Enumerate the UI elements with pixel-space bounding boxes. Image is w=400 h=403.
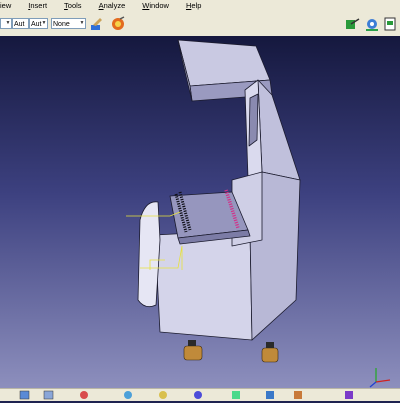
3d-viewport[interactable] bbox=[0, 36, 400, 388]
view-toolbar-icons bbox=[19, 390, 353, 400]
hide-show-icon[interactable] bbox=[294, 391, 302, 399]
compass-axis-icon[interactable] bbox=[368, 362, 396, 388]
eraser-icon[interactable] bbox=[110, 16, 126, 32]
graphic-properties-toolbar: ▼ Aut Aut ▼ None ▼ bbox=[0, 11, 400, 37]
menu-window[interactable]: Window bbox=[142, 0, 169, 11]
shading-icon[interactable] bbox=[266, 391, 274, 399]
zoom-in-icon[interactable] bbox=[124, 391, 132, 399]
menu-insert[interactable]: Insert bbox=[28, 0, 47, 11]
settings-icon[interactable] bbox=[364, 16, 380, 32]
layer-combo-value: None bbox=[53, 21, 70, 28]
document-icon[interactable] bbox=[383, 16, 397, 32]
view-toolbar bbox=[0, 388, 400, 401]
chevron-down-icon: ▼ bbox=[5, 20, 11, 26]
menu-help[interactable]: Help bbox=[186, 0, 201, 11]
chevron-down-icon: ▼ bbox=[41, 20, 47, 26]
rotate-icon[interactable] bbox=[80, 391, 88, 399]
menu-tools[interactable]: Tools bbox=[64, 0, 82, 11]
pan-icon[interactable] bbox=[43, 390, 54, 400]
transparency-combo[interactable]: Aut bbox=[12, 18, 29, 29]
menu-view[interactable]: iew bbox=[0, 0, 11, 11]
chevron-down-icon: ▼ bbox=[79, 20, 85, 26]
transparency-combo-value: Aut bbox=[14, 21, 25, 28]
menu-analyze[interactable]: Analyze bbox=[99, 0, 126, 11]
menu-bar: iew Insert Tools Analyze Window Help bbox=[0, 0, 400, 11]
normal-view-icon[interactable] bbox=[194, 391, 202, 399]
linetype-combo[interactable]: Aut ▼ bbox=[29, 18, 48, 29]
paint-brush-icon[interactable] bbox=[88, 16, 104, 32]
color-combo[interactable]: ▼ bbox=[0, 18, 12, 29]
fit-all-icon[interactable] bbox=[19, 390, 30, 400]
linetype-combo-value: Aut bbox=[31, 21, 42, 28]
machine-cabinet-model[interactable] bbox=[0, 36, 400, 388]
iso-view-icon[interactable] bbox=[232, 391, 240, 399]
analysis-icon[interactable] bbox=[345, 16, 361, 32]
zoom-out-icon[interactable] bbox=[159, 391, 167, 399]
layer-combo[interactable]: None ▼ bbox=[51, 18, 86, 29]
swap-icon[interactable] bbox=[345, 391, 353, 399]
